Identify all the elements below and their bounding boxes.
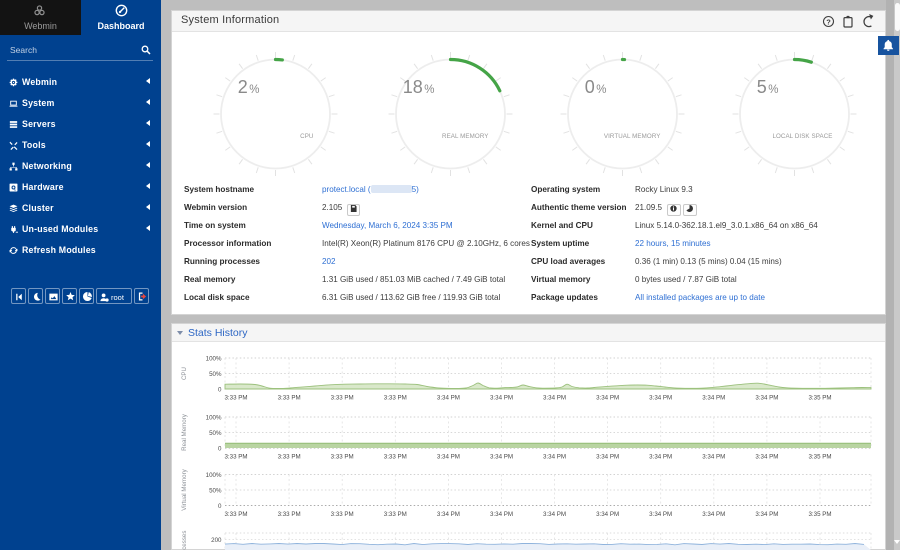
svg-text:3:34 PM: 3:34 PM bbox=[702, 511, 725, 518]
svg-text:3:34 PM: 3:34 PM bbox=[543, 454, 566, 461]
svg-text:3:33 PM: 3:33 PM bbox=[278, 511, 301, 518]
svg-text:3:34 PM: 3:34 PM bbox=[437, 454, 460, 461]
svg-text:3:33 PM: 3:33 PM bbox=[331, 511, 354, 518]
svg-text:0: 0 bbox=[218, 387, 222, 394]
svg-text:3:34 PM: 3:34 PM bbox=[702, 454, 725, 461]
svg-text:3:34 PM: 3:34 PM bbox=[702, 395, 725, 402]
svg-text:3:33 PM: 3:33 PM bbox=[331, 454, 354, 461]
svg-text:3:34 PM: 3:34 PM bbox=[755, 511, 778, 518]
svg-text:3:35 PM: 3:35 PM bbox=[808, 454, 831, 461]
svg-text:3:35 PM: 3:35 PM bbox=[808, 511, 831, 518]
svg-text:3:33 PM: 3:33 PM bbox=[384, 511, 407, 518]
svg-text:3:34 PM: 3:34 PM bbox=[543, 395, 566, 402]
svg-text:50%: 50% bbox=[209, 430, 222, 437]
svg-text:Real Memory: Real Memory bbox=[181, 413, 188, 451]
svg-text:3:34 PM: 3:34 PM bbox=[437, 511, 460, 518]
svg-text:3:34 PM: 3:34 PM bbox=[649, 454, 672, 461]
svg-text:3:33 PM: 3:33 PM bbox=[384, 395, 407, 402]
svg-text:CPU: CPU bbox=[300, 133, 313, 140]
svg-text:3:33 PM: 3:33 PM bbox=[224, 454, 247, 461]
svg-text:3:33 PM: 3:33 PM bbox=[278, 395, 301, 402]
svg-text:?: ? bbox=[826, 17, 831, 26]
svg-text:Processes: Processes bbox=[181, 531, 188, 550]
svg-text:3:34 PM: 3:34 PM bbox=[649, 511, 672, 518]
svg-text:50%: 50% bbox=[209, 371, 222, 378]
svg-text:100%: 100% bbox=[206, 356, 222, 363]
svg-text:3:33 PM: 3:33 PM bbox=[278, 454, 301, 461]
svg-text:VIRTUAL MEMORY: VIRTUAL MEMORY bbox=[604, 133, 661, 140]
svg-text:3:34 PM: 3:34 PM bbox=[649, 395, 672, 402]
svg-text:CPU: CPU bbox=[181, 367, 188, 380]
svg-text:3:34 PM: 3:34 PM bbox=[490, 454, 513, 461]
svg-text:3:34 PM: 3:34 PM bbox=[596, 454, 619, 461]
svg-text:3:33 PM: 3:33 PM bbox=[384, 454, 407, 461]
svg-text:3:33 PM: 3:33 PM bbox=[331, 395, 354, 402]
svg-text:3:33 PM: 3:33 PM bbox=[224, 511, 247, 518]
svg-text:3:34 PM: 3:34 PM bbox=[755, 454, 778, 461]
svg-text:200: 200 bbox=[211, 537, 222, 544]
svg-text:0: 0 bbox=[218, 503, 222, 510]
svg-text:3:34 PM: 3:34 PM bbox=[490, 511, 513, 518]
svg-text:LOCAL DISK SPACE: LOCAL DISK SPACE bbox=[772, 133, 832, 140]
svg-text:3:35 PM: 3:35 PM bbox=[808, 395, 831, 402]
svg-text:3:34 PM: 3:34 PM bbox=[437, 395, 460, 402]
svg-text:3:33 PM: 3:33 PM bbox=[224, 395, 247, 402]
svg-text:3:34 PM: 3:34 PM bbox=[596, 395, 619, 402]
svg-text:3:34 PM: 3:34 PM bbox=[543, 511, 566, 518]
svg-text:REAL MEMORY: REAL MEMORY bbox=[442, 133, 488, 140]
svg-text:Virtual Memory: Virtual Memory bbox=[181, 468, 188, 510]
svg-text:0: 0 bbox=[218, 446, 222, 453]
svg-text:50%: 50% bbox=[209, 488, 222, 495]
svg-text:3:34 PM: 3:34 PM bbox=[755, 395, 778, 402]
svg-text:100%: 100% bbox=[206, 472, 222, 479]
svg-text:3:34 PM: 3:34 PM bbox=[490, 395, 513, 402]
svg-text:3:34 PM: 3:34 PM bbox=[596, 511, 619, 518]
svg-text:100%: 100% bbox=[206, 415, 222, 422]
